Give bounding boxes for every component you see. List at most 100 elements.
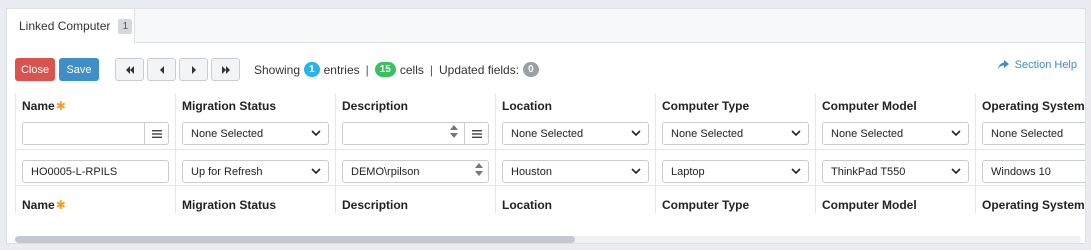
filter-value: None Selected <box>991 127 1064 140</box>
last-page-button[interactable] <box>211 58 240 81</box>
column-footer: Description <box>342 198 409 212</box>
caret-down-icon <box>450 133 458 138</box>
column-header: Description <box>342 99 409 113</box>
entries-count-badge: 1 <box>304 62 320 77</box>
updated-fields-badge: 0 <box>523 62 539 77</box>
required-icon: ✱ <box>55 198 66 212</box>
chevron-down-icon <box>631 130 641 137</box>
chevron-down-icon <box>951 130 961 137</box>
name-filter-input[interactable] <box>22 122 169 145</box>
column-migration-status: Migration Status None Selected Up for Re… <box>175 93 335 213</box>
textarea-resize-arrows[interactable] <box>475 163 483 176</box>
chevron-down-icon <box>791 130 801 137</box>
description-filter-input[interactable] <box>342 122 489 145</box>
entries-label: entries <box>323 62 360 77</box>
computer-model-select[interactable]: ThinkPad T550 <box>822 160 969 183</box>
textarea-resize-arrows[interactable] <box>450 125 458 138</box>
column-footer-label: Name <box>22 198 55 212</box>
column-name: Name✱ HO0005-L-RPILS Name✱ <box>15 93 175 213</box>
cell-value: Houston <box>511 165 552 178</box>
menu-icon <box>471 129 482 138</box>
cell-value: Up for Refresh <box>191 165 263 178</box>
separator: | <box>429 62 434 77</box>
filter-menu-button[interactable] <box>464 123 488 144</box>
description-field[interactable]: DEMO\rpilson <box>342 160 489 183</box>
cell-value: ThinkPad T550 <box>831 165 906 178</box>
caret-up-icon <box>475 163 483 168</box>
caret-down-icon <box>475 171 483 176</box>
computer-type-filter-select[interactable]: None Selected <box>662 122 809 145</box>
menu-icon <box>151 129 162 138</box>
cell-value: Windows 10 <box>991 165 1051 178</box>
updated-fields-label: Updated fields: <box>439 62 520 77</box>
location-filter-select[interactable]: None Selected <box>502 122 649 145</box>
column-footer: Location <box>502 198 552 212</box>
operating-system-filter-select[interactable]: None Selected <box>982 122 1085 145</box>
grid-status: Showing 1 entries | 15 cells | Updated f… <box>254 62 539 77</box>
scrollbar-thumb[interactable] <box>15 236 575 243</box>
column-header: Computer Model <box>822 99 917 113</box>
horizontal-scrollbar[interactable] <box>15 236 1081 243</box>
cells-label: cells <box>399 62 424 77</box>
column-header-label: Name <box>22 99 55 113</box>
column-operating-system: Operating System None Selected Windows 1… <box>975 93 1085 213</box>
tab-label: Linked Computer <box>19 19 111 33</box>
chevron-left-icon <box>159 65 164 74</box>
computer-type-select[interactable]: Laptop <box>662 160 809 183</box>
tab-count-badge: 1 <box>118 18 133 34</box>
cell-value: Laptop <box>671 165 705 178</box>
previous-page-button[interactable] <box>147 58 176 81</box>
filter-value: None Selected <box>511 127 584 140</box>
operating-system-select[interactable]: Windows 10 <box>982 160 1085 183</box>
column-header: Location <box>502 99 552 113</box>
filter-menu-button[interactable] <box>144 123 168 144</box>
column-computer-model: Computer Model None Selected ThinkPad T5… <box>815 93 975 213</box>
chevron-down-icon <box>311 168 321 175</box>
save-button[interactable]: Save <box>59 58 99 81</box>
required-icon: ✱ <box>55 99 66 113</box>
column-computer-type: Computer Type None Selected Laptop Compu… <box>655 93 815 213</box>
column-footer: Migration Status <box>182 198 277 212</box>
tab-linked-computer[interactable]: Linked Computer 1 <box>7 9 135 43</box>
column-footer: Operating System <box>982 198 1085 212</box>
cells-count-badge: 15 <box>374 62 396 77</box>
cell-value: HO0005-L-RPILS <box>31 165 118 178</box>
showing-label: Showing <box>254 62 301 77</box>
chevron-down-icon <box>951 168 961 175</box>
filter-value: None Selected <box>191 127 264 140</box>
column-header: Computer Type <box>662 99 750 113</box>
caret-up-icon <box>450 125 458 130</box>
computer-model-filter-select[interactable]: None Selected <box>822 122 969 145</box>
tab-bar: Linked Computer 1 <box>7 9 1085 43</box>
linked-computer-panel: Linked Computer 1 Close Save Showing 1 e… <box>6 8 1086 244</box>
filter-value: None Selected <box>831 127 904 140</box>
filter-value: None Selected <box>671 127 744 140</box>
double-chevron-left-icon <box>125 65 134 74</box>
separator: | <box>365 62 369 77</box>
section-help-label: Section Help <box>1014 59 1077 71</box>
chevron-down-icon <box>631 168 641 175</box>
section-help-link[interactable]: Section Help <box>997 59 1077 71</box>
chevron-down-icon <box>791 168 801 175</box>
column-header: Name✱ <box>22 99 66 113</box>
chevron-right-icon <box>191 65 196 74</box>
migration-status-filter-select[interactable]: None Selected <box>182 122 329 145</box>
close-button[interactable]: Close <box>15 58 55 81</box>
column-footer: Name✱ <box>22 198 66 212</box>
share-arrow-icon <box>997 60 1009 70</box>
cell-value: DEMO\rpilson <box>351 165 420 178</box>
column-description: Description DEMO\rpilson Description <box>335 93 495 213</box>
next-page-button[interactable] <box>179 58 208 81</box>
column-footer: Computer Type <box>662 198 750 212</box>
chevron-down-icon <box>311 130 321 137</box>
column-location: Location None Selected Houston Location <box>495 93 655 213</box>
location-select[interactable]: Houston <box>502 160 649 183</box>
first-page-button[interactable] <box>115 58 144 81</box>
column-header: Operating System <box>982 99 1085 113</box>
linked-computer-grid: Name✱ HO0005-L-RPILS Name✱ Migration Sta… <box>15 93 1085 233</box>
name-field[interactable]: HO0005-L-RPILS <box>22 160 169 183</box>
migration-status-select[interactable]: Up for Refresh <box>182 160 329 183</box>
column-footer: Computer Model <box>822 198 917 212</box>
column-header: Migration Status <box>182 99 277 113</box>
double-chevron-right-icon <box>221 65 230 74</box>
